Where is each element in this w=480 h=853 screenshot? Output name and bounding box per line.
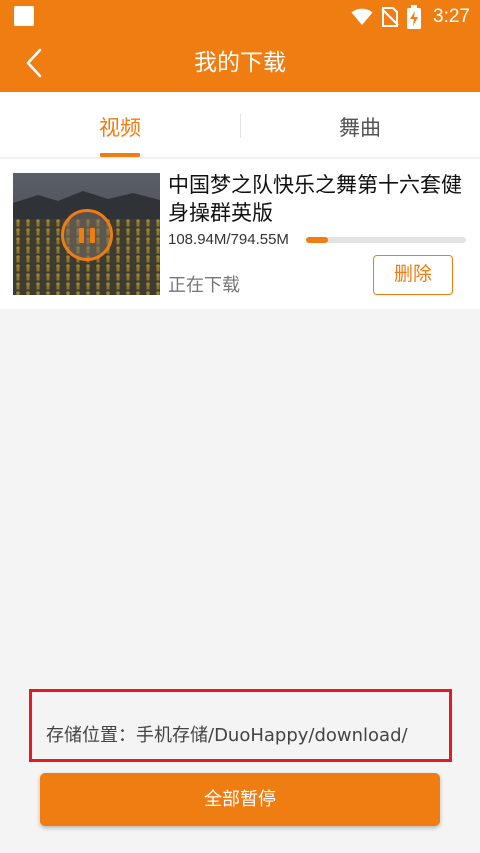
download-status: 正在下载 [168, 275, 240, 296]
clock-time: 3:27 [433, 6, 470, 27]
download-progress-bar [306, 237, 466, 243]
page-title: 我的下载 [194, 50, 286, 76]
tab-bar: 视频 舞曲 [0, 92, 480, 158]
status-bar: 3:27 [0, 0, 480, 34]
no-sim-icon [381, 7, 399, 27]
video-thumbnail[interactable] [13, 173, 160, 295]
app-notification-icon [14, 6, 34, 26]
download-title: 中国梦之队快乐之舞第十六套健身操群英版 [168, 173, 462, 225]
wifi-icon [351, 8, 373, 25]
battery-charging-icon [407, 5, 422, 29]
tab-dance-music[interactable]: 舞曲 [240, 92, 480, 158]
tab-dance-music-label: 舞曲 [339, 116, 381, 140]
tab-video-label: 视频 [99, 116, 141, 140]
status-icons: 3:27 [351, 4, 470, 30]
download-list-item: 中国梦之队快乐之舞第十六套健身操群英版 108.94M/794.55M 正在下载… [0, 159, 480, 309]
pause-all-button[interactable]: 全部暂停 [40, 773, 440, 826]
tab-video[interactable]: 视频 [0, 92, 240, 158]
app-bar: 我的下载 [0, 34, 480, 92]
download-size: 108.94M/794.55M [168, 231, 289, 248]
pause-icon-bar-right [90, 228, 95, 243]
pause-icon [79, 228, 84, 243]
tab-active-indicator [100, 153, 140, 157]
delete-button[interactable]: 删除 [373, 255, 453, 295]
download-progress-fill [306, 237, 328, 243]
pause-button[interactable] [61, 209, 113, 261]
storage-location: 存储位置：手机存储/DuoHappy/download/ [46, 725, 408, 746]
